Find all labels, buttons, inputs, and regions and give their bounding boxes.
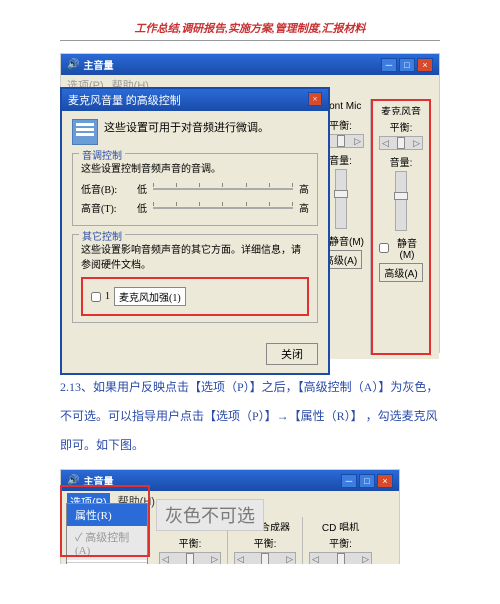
window-title: 主音量 [83, 57, 113, 72]
menu-separator [67, 562, 147, 563]
volume-icon: 🔊 [67, 59, 79, 70]
gray-annotation: 灰色不可选 [156, 499, 264, 531]
treble-slider[interactable] [153, 202, 293, 214]
dialog-title: 麦克风音量 的高级控制 [68, 92, 181, 108]
maximize-button[interactable]: □ [359, 474, 375, 488]
channel-mic: 麦克风音量 平衡: ◁▷ 音量: 静音(M) 高级(A) [371, 99, 431, 355]
page-header-rule [60, 40, 440, 41]
mute-checkbox[interactable] [379, 243, 389, 253]
volume-slider[interactable] [395, 171, 407, 231]
other-control-group: 其它控制 这些设置影响音频声音的其它方面。详细信息，请参阅硬件文档。 1 麦克风… [72, 234, 318, 323]
balance-slider[interactable]: ◁▷ [159, 552, 221, 564]
mic-boost-label: 麦克风加强(1) [114, 287, 186, 306]
close-button[interactable]: × [377, 474, 393, 488]
bass-slider[interactable] [153, 183, 293, 195]
maximize-button[interactable]: □ [399, 58, 415, 72]
minimize-button[interactable]: ─ [341, 474, 357, 488]
figure-1: 🔊 主音量 ─ □ × 选项(P) 帮助(H) 唱机 平衡: [60, 53, 440, 353]
balance-slider[interactable]: ◁▷ [309, 552, 372, 564]
instruction-paragraph: 2.13、如果用户反映点击【选项（P）】之后，【高级控制（A）】为灰色，不可选。… [60, 373, 440, 459]
tone-control-group: 音调控制 这些设置控制音频声音的音调。 低音(B): 低 高 高音(T): 低 … [72, 153, 318, 226]
volume-slider[interactable] [335, 169, 347, 229]
dialog-info-text: 这些设置可用于对音频进行微调。 [104, 119, 269, 135]
balance-slider[interactable]: ◁▷ [234, 552, 296, 564]
dialog-close-icon[interactable]: × [308, 92, 322, 106]
info-icon [72, 119, 98, 145]
figure-2: 🔊 主音量 ─ □ × 选项(P) 帮助(H) 波形 平衡: ◁▷ 音量: [60, 469, 440, 564]
highlight-box-menu [60, 485, 150, 557]
mic-boost-checkbox[interactable] [91, 292, 101, 302]
page-header-text: 工作总结,调研报告,实施方案,管理制度,汇报材料 [60, 20, 440, 36]
window-titlebar: 🔊 主音量 ─ □ × [61, 54, 439, 75]
highlight-box: 1 麦克风加强(1) [81, 277, 309, 316]
channel-cd: CD 唱机 平衡: ◁▷ 音量: [303, 517, 378, 564]
balance-slider[interactable]: ◁▷ [379, 136, 423, 150]
advanced-dialog: 麦克风音量 的高级控制 × 这些设置可用于对音频进行微调。 音调控制 这些设置控… [60, 87, 330, 375]
advanced-button[interactable]: 高级(A) [379, 263, 422, 282]
close-button[interactable]: × [417, 58, 433, 72]
dialog-close-button[interactable]: 关闭 [266, 343, 318, 365]
minimize-button[interactable]: ─ [381, 58, 397, 72]
